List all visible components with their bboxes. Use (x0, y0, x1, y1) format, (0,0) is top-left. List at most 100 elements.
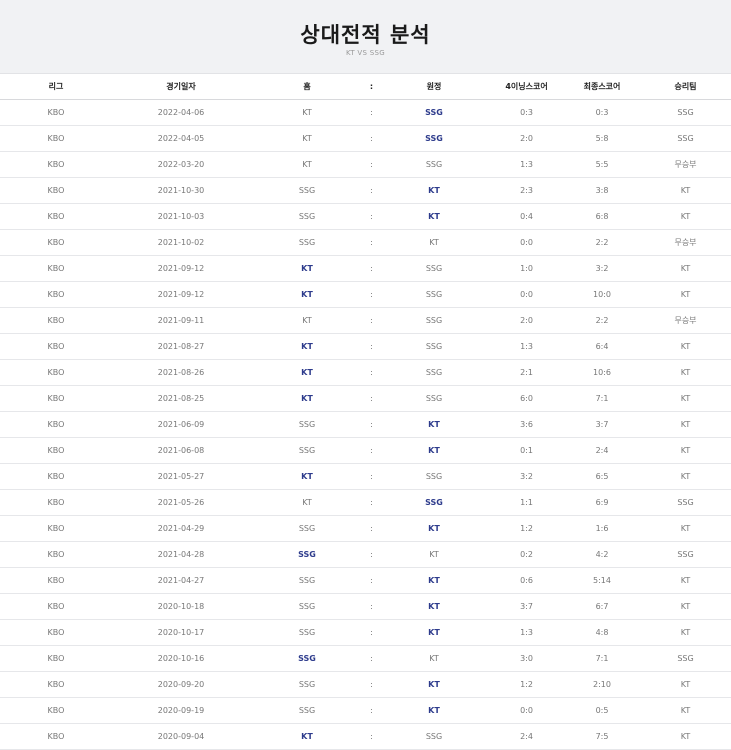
cell-home: SSG (250, 541, 364, 568)
cell-separator: : (364, 541, 379, 568)
cell-away: SSG (379, 463, 489, 490)
cell-final-score: 6:4 (564, 333, 640, 360)
table-row: KBO 2022-04-06 KT: SSG 0:3 0:3 SSG (0, 99, 731, 126)
cell-home: KT (250, 385, 364, 412)
cell-away: SSG (379, 125, 489, 152)
cell-away: KT (379, 411, 489, 438)
header-winner: 승리팀 (640, 74, 731, 100)
cell-4inning-score: 0:2 (489, 541, 564, 568)
cell-home: SSG (250, 593, 364, 620)
cell-4inning-score: 3:7 (489, 593, 564, 620)
cell-winner: KT (640, 177, 731, 204)
table-row: KBO 2021-09-11 KT: SSG 2:0 2:2 무승부 (0, 307, 731, 334)
cell-4inning-score: 0:0 (489, 281, 564, 308)
cell-separator: : (364, 177, 379, 204)
cell-4inning-score: 1:2 (489, 671, 564, 698)
cell-separator: : (364, 697, 379, 724)
cell-league: KBO (0, 281, 112, 308)
cell-home: KT (250, 125, 364, 152)
cell-date: 2021-06-08 (112, 437, 250, 464)
table-row: KBO 2021-10-02 SSG: KT 0:0 2:2 무승부 (0, 229, 731, 256)
cell-away: KT (379, 671, 489, 698)
cell-date: 2022-04-06 (112, 99, 250, 126)
cell-separator: : (364, 281, 379, 308)
cell-winner: KT (640, 333, 731, 360)
cell-league: KBO (0, 463, 112, 490)
cell-separator: : (364, 99, 379, 126)
cell-away: KT (379, 437, 489, 464)
cell-league: KBO (0, 489, 112, 516)
cell-separator: : (364, 645, 379, 672)
cell-winner: KT (640, 385, 731, 412)
cell-date: 2021-09-11 (112, 307, 250, 334)
cell-winner: KT (640, 723, 731, 750)
cell-final-score: 3:8 (564, 177, 640, 204)
cell-winner: KT (640, 203, 731, 230)
cell-date: 2020-10-18 (112, 593, 250, 620)
cell-league: KBO (0, 307, 112, 334)
cell-4inning-score: 0:1 (489, 437, 564, 464)
cell-league: KBO (0, 437, 112, 464)
cell-league: KBO (0, 203, 112, 230)
cell-date: 2021-08-27 (112, 333, 250, 360)
cell-separator: : (364, 671, 379, 698)
cell-final-score: 2:4 (564, 437, 640, 464)
cell-4inning-score: 1:0 (489, 255, 564, 282)
cell-away: SSG (379, 359, 489, 386)
cell-date: 2021-05-26 (112, 489, 250, 516)
cell-final-score: 7:5 (564, 723, 640, 750)
cell-date: 2020-09-04 (112, 723, 250, 750)
cell-league: KBO (0, 385, 112, 412)
cell-away: SSG (379, 281, 489, 308)
cell-final-score: 0:3 (564, 99, 640, 126)
cell-separator: : (364, 307, 379, 334)
cell-league: KBO (0, 645, 112, 672)
cell-winner: SSG (640, 125, 731, 152)
cell-separator: : (364, 593, 379, 620)
cell-separator: : (364, 463, 379, 490)
cell-4inning-score: 1:3 (489, 333, 564, 360)
table-row: KBO 2020-09-19 SSG: KT 0:0 0:5 KT (0, 697, 731, 724)
table-row: KBO 2021-09-12 KT: SSG 0:0 10:0 KT (0, 281, 731, 308)
cell-4inning-score: 2:1 (489, 359, 564, 386)
cell-separator: : (364, 489, 379, 516)
cell-away: SSG (379, 385, 489, 412)
cell-separator: : (364, 333, 379, 360)
table-row: KBO 2021-10-03 SSG: KT 0:4 6:8 KT (0, 203, 731, 230)
cell-4inning-score: 1:2 (489, 515, 564, 542)
cell-league: KBO (0, 541, 112, 568)
matchup-subtitle: KT VS SSG (345, 49, 386, 57)
cell-away: SSG (379, 151, 489, 178)
cell-4inning-score: 1:3 (489, 619, 564, 646)
cell-separator: : (364, 359, 379, 386)
table-row: KBO 2021-04-27 SSG: KT 0:6 5:14 KT (0, 567, 731, 594)
cell-league: KBO (0, 593, 112, 620)
cell-4inning-score: 0:4 (489, 203, 564, 230)
cell-home: SSG (250, 229, 364, 256)
table-row: KBO 2020-10-18 SSG: KT 3:7 6:7 KT (0, 593, 731, 620)
cell-final-score: 10:6 (564, 359, 640, 386)
cell-date: 2021-04-28 (112, 541, 250, 568)
cell-home: KT (250, 151, 364, 178)
table-row: KBO 2021-10-30 SSG: KT 2:3 3:8 KT (0, 177, 731, 204)
cell-home: SSG (250, 671, 364, 698)
cell-4inning-score: 2:0 (489, 125, 564, 152)
table-row: KBO 2020-09-04 KT: SSG 2:4 7:5 KT (0, 723, 731, 750)
cell-final-score: 6:9 (564, 489, 640, 516)
cell-home: SSG (250, 437, 364, 464)
cell-date: 2022-04-05 (112, 125, 250, 152)
cell-final-score: 6:8 (564, 203, 640, 230)
header-league: 리그 (0, 74, 112, 100)
cell-home: KT (250, 99, 364, 126)
cell-league: KBO (0, 99, 112, 126)
table-row: KBO 2021-09-12 KT: SSG 1:0 3:2 KT (0, 255, 731, 282)
cell-4inning-score: 3:2 (489, 463, 564, 490)
cell-home: SSG (250, 645, 364, 672)
cell-final-score: 4:2 (564, 541, 640, 568)
cell-winner: KT (640, 567, 731, 594)
cell-home: KT (250, 359, 364, 386)
cell-league: KBO (0, 567, 112, 594)
cell-league: KBO (0, 619, 112, 646)
cell-home: KT (250, 489, 364, 516)
header-away: 원정 (379, 74, 489, 100)
